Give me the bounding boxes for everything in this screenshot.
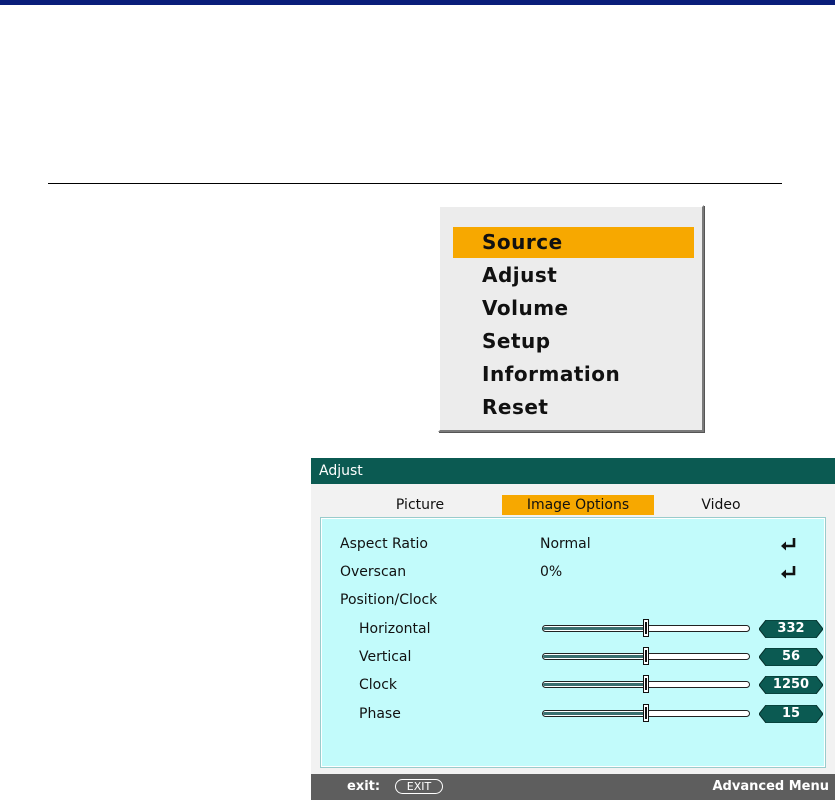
phase-value: 15 — [781, 706, 801, 721]
vertical-value: 56 — [781, 649, 801, 664]
phase-slider[interactable] — [542, 704, 750, 723]
overscan-value[interactable]: 0% — [540, 563, 562, 581]
settings-panel: Aspect Ratio Normal Overscan 0% Position… — [320, 517, 826, 768]
horizontal-value-tag: 332 — [759, 620, 823, 638]
menu-item-label: Source — [482, 230, 563, 254]
menu-item-volume[interactable]: Volume — [453, 293, 694, 324]
aspect-ratio-value[interactable]: Normal — [540, 535, 591, 553]
footer-bar: exit: EXIT Advanced Menu — [311, 774, 835, 800]
slider-fill — [543, 655, 647, 658]
menu-item-source[interactable]: Source — [453, 227, 694, 258]
menu-item-label: Adjust — [482, 263, 558, 287]
clock-slider[interactable] — [542, 675, 750, 694]
enter-icon[interactable] — [777, 563, 799, 581]
clock-label: Clock — [359, 677, 398, 693]
enter-icon[interactable] — [777, 535, 799, 553]
vertical-slider[interactable] — [542, 647, 750, 666]
tab-video[interactable]: Video — [682, 495, 760, 515]
vertical-value-tag: 56 — [759, 648, 823, 666]
horizontal-divider — [48, 183, 782, 184]
adjust-window: Adjust Picture Image Options Video Aspec… — [311, 458, 835, 800]
tab-image-options[interactable]: Image Options — [502, 495, 654, 515]
horizontal-value: 332 — [777, 621, 805, 636]
slider-knob[interactable] — [643, 647, 649, 665]
position-clock-label: Position/Clock — [340, 592, 438, 608]
horizontal-label: Horizontal — [359, 621, 431, 637]
slider-fill — [543, 712, 647, 715]
phase-label: Phase — [359, 706, 401, 722]
slider-knob[interactable] — [643, 675, 649, 693]
menu-item-adjust[interactable]: Adjust — [453, 260, 694, 291]
slider-knob[interactable] — [643, 704, 649, 722]
tab-picture[interactable]: Picture — [371, 495, 469, 515]
menu-item-label: Volume — [482, 296, 569, 320]
aspect-ratio-label: Aspect Ratio — [340, 536, 428, 552]
horizontal-slider[interactable] — [542, 619, 750, 638]
overscan-label: Overscan — [340, 564, 407, 580]
phase-value-tag: 15 — [759, 705, 823, 723]
menu-item-reset[interactable]: Reset — [453, 392, 694, 423]
menu-item-setup[interactable]: Setup — [453, 326, 694, 357]
slider-knob[interactable] — [643, 619, 649, 637]
clock-value: 1250 — [772, 677, 810, 692]
main-menu: Source Adjust Volume Setup Information R… — [438, 205, 704, 432]
exit-label: exit: — [347, 779, 381, 794]
menu-item-label: Reset — [482, 395, 549, 419]
exit-button[interactable]: EXIT — [395, 779, 443, 794]
slider-fill — [543, 683, 647, 686]
menu-item-information[interactable]: Information — [453, 359, 694, 390]
menu-item-label: Setup — [482, 329, 551, 353]
menu-item-label: Information — [482, 362, 621, 386]
vertical-label: Vertical — [359, 649, 412, 665]
window-title: Adjust — [311, 458, 835, 484]
advanced-menu-link[interactable]: Advanced Menu — [713, 774, 830, 800]
clock-value-tag: 1250 — [759, 676, 823, 694]
slider-fill — [543, 627, 647, 630]
top-rule — [0, 0, 835, 5]
